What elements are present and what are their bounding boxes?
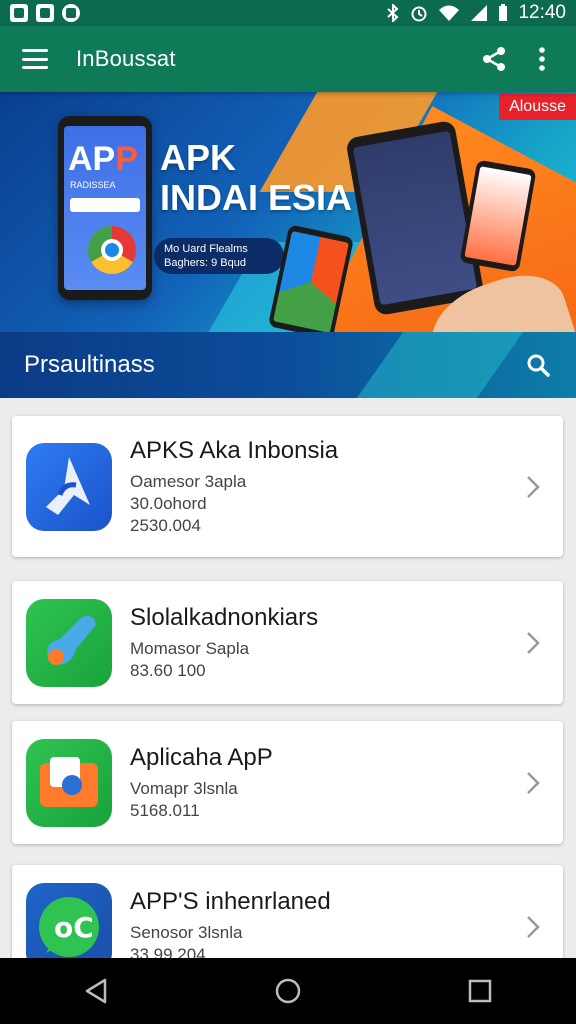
app-name: Aplicaha ApP	[130, 743, 273, 771]
app-name: Slolalkadnonkiars	[130, 603, 319, 631]
phone-subtitle: RADISSEA	[70, 180, 116, 190]
battery-icon	[499, 4, 508, 21]
app-detail: Senosor 3lsnla	[130, 922, 243, 942]
list-item[interactable]: APKS Aka Inbonsia Oamesor 3apla 30.0ohor…	[12, 416, 563, 557]
list-item[interactable]: oC APP'S inhenrlaned Senosor 3lsnla 33.9…	[12, 865, 563, 958]
sync-icon	[62, 4, 80, 22]
app-info: Slolalkadnonkiars Momasor Sapla 83.60 10…	[130, 604, 513, 682]
chevron-right-icon	[513, 771, 553, 795]
home-icon[interactable]	[258, 966, 318, 1016]
search-icon[interactable]	[514, 341, 562, 389]
app-title: InBoussat	[76, 46, 176, 71]
alarm-icon	[411, 6, 427, 22]
chevron-right-icon	[513, 915, 553, 939]
signal-icon	[471, 5, 488, 21]
list-item[interactable]: Aplicaha ApP Vomapr 3lsnla 5168.011	[12, 721, 563, 844]
app-detail: 30.0ohord	[130, 493, 207, 513]
whistle-app-icon	[26, 598, 112, 687]
more-vert-icon[interactable]	[518, 35, 566, 83]
app-detail: Vomapr 3lsnla	[130, 778, 238, 798]
app-detail: 2530.004	[130, 515, 201, 535]
banner-pill: Mo Uard Flealms Baghers: 9 Bqud	[154, 238, 284, 274]
status-time: 12:40	[518, 2, 566, 23]
bluetooth-icon	[387, 4, 399, 22]
promo-banner[interactable]: Alousse APP RADISSEA APK INDAI ESIA Mo U…	[0, 92, 576, 332]
share-icon[interactable]	[470, 35, 518, 83]
app-name: APP'S inhenrlaned	[130, 887, 331, 915]
svg-text:oC: oC	[54, 911, 94, 944]
app-info: APP'S inhenrlaned Senosor 3lsnla 33.99.2…	[130, 888, 513, 959]
photo-icon	[10, 4, 28, 22]
app-info: APKS Aka Inbonsia Oamesor 3apla 30.0ohor…	[130, 437, 513, 537]
image-icon	[36, 4, 54, 22]
app-info: Aplicaha ApP Vomapr 3lsnla 5168.011	[130, 744, 513, 822]
app-detail: Momasor Sapla	[130, 638, 250, 658]
app-detail: 83.60 100	[130, 660, 206, 680]
section-title: Prsaultinass	[24, 351, 155, 378]
back-icon[interactable]	[66, 966, 126, 1016]
app-detail: 5168.011	[130, 800, 200, 820]
app-name: APKS Aka Inbonsia	[130, 436, 339, 464]
status-right: 12:40	[386, 2, 566, 24]
status-left	[10, 4, 80, 22]
menu-icon[interactable]	[22, 49, 48, 69]
chrome-logo-icon	[88, 226, 136, 274]
section-header: Prsaultinass	[0, 332, 576, 398]
app-list: APKS Aka Inbonsia Oamesor 3apla 30.0ohor…	[0, 398, 576, 958]
chevron-right-icon	[513, 475, 553, 499]
banner-phone-image: APP RADISSEA	[58, 116, 152, 300]
banner-badge: Alousse	[499, 94, 576, 120]
banner-headline: APK INDAI ESIA	[160, 137, 353, 218]
camera-app-icon	[26, 738, 112, 827]
status-bar: 12:40	[0, 0, 576, 26]
phone-search-bar	[70, 198, 140, 212]
wifi-icon	[439, 5, 460, 21]
chat-app-icon: oC	[26, 882, 112, 958]
recents-icon[interactable]	[450, 966, 510, 1016]
chevron-right-icon	[513, 631, 553, 655]
app-detail: 33.99.204	[130, 944, 206, 959]
app-detail: Oamesor 3apla	[130, 471, 247, 491]
list-item[interactable]: Slolalkadnonkiars Momasor Sapla 83.60 10…	[12, 581, 563, 704]
phone-app-title: APP	[68, 140, 138, 178]
system-nav-bar	[0, 958, 576, 1024]
app-bar: InBoussat	[0, 26, 576, 92]
arrow-app-icon	[26, 442, 112, 531]
